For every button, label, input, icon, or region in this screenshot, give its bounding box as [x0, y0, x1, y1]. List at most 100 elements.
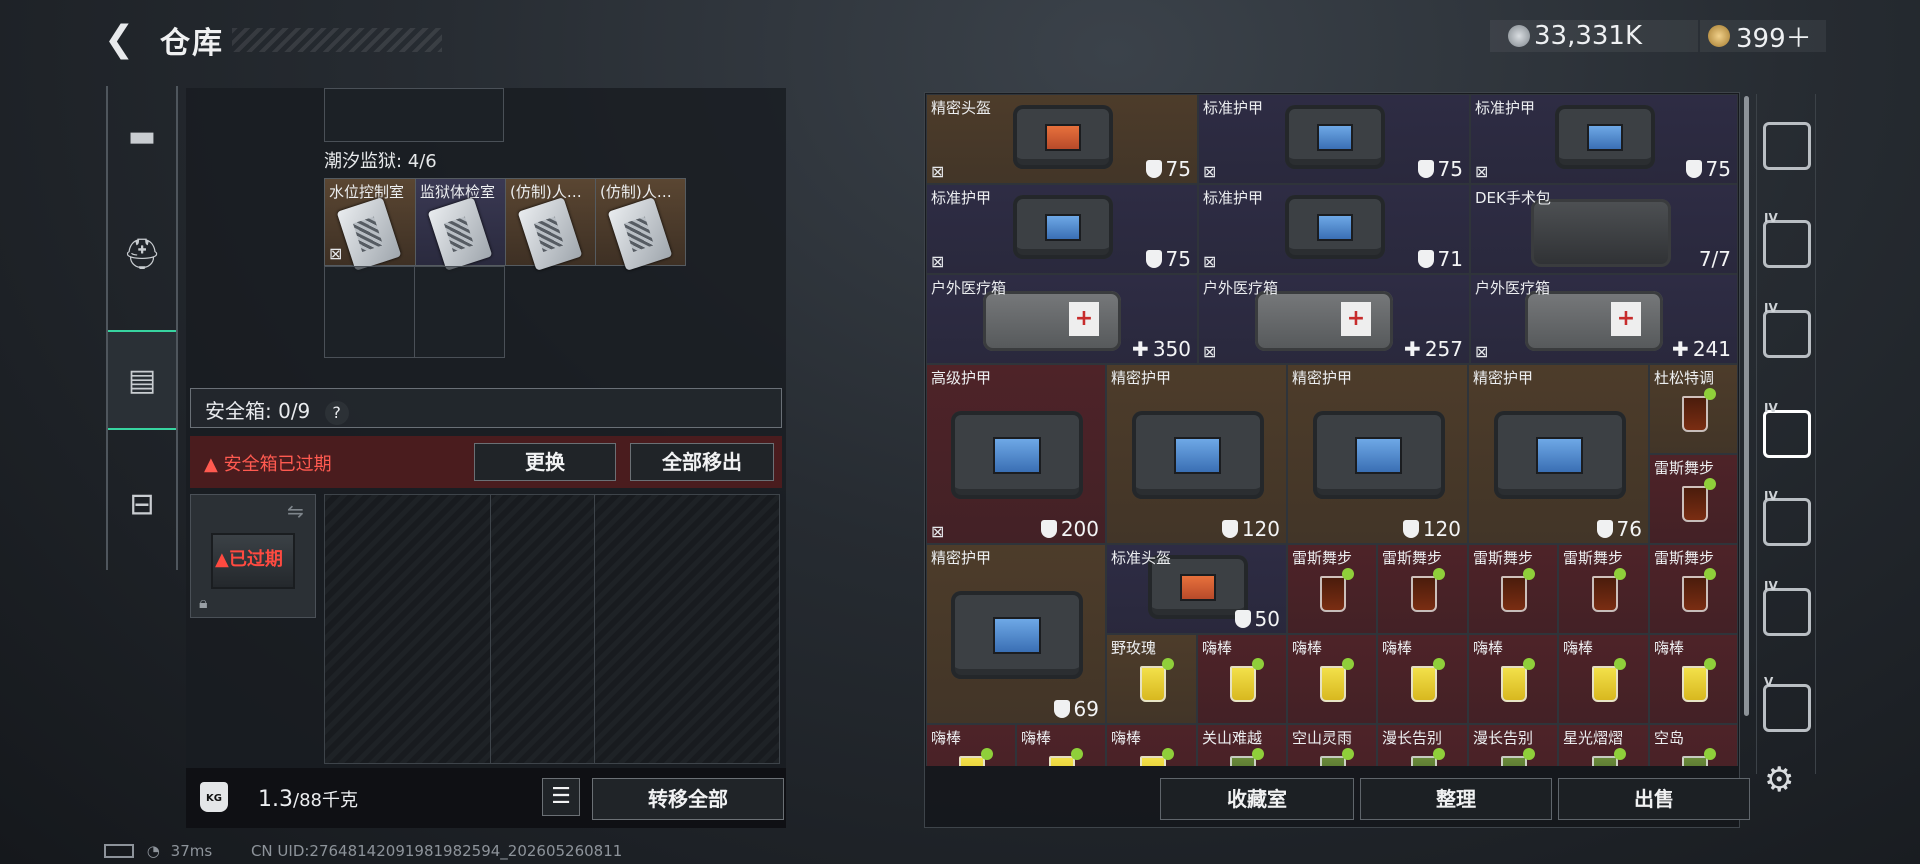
armor-panel	[993, 617, 1041, 655]
armor-icon	[1493, 411, 1626, 499]
backpack-icon: ⛑	[122, 236, 162, 272]
stash-item[interactable]: 嗨棒	[1558, 634, 1649, 724]
stash-item[interactable]: 嗨棒	[1106, 724, 1197, 766]
cocktail-icon	[1320, 568, 1354, 612]
list-icon[interactable]: ☰	[542, 778, 580, 816]
armor-panel	[1173, 437, 1222, 475]
medical-cross-icon: +	[1610, 301, 1641, 336]
stash-page-tab[interactable]	[1763, 122, 1811, 170]
stash-item[interactable]: 嗨棒	[1287, 634, 1377, 724]
safe-box-label: 安全箱: 0/9	[205, 399, 311, 423]
item-label: 雷斯舞步	[1654, 459, 1715, 477]
heal-plus-icon: ✚	[1132, 337, 1149, 361]
safe-box-grid[interactable]	[324, 494, 780, 764]
stash-item[interactable]: 标准护甲 75 ⊠	[1470, 94, 1738, 184]
armor-panel	[1317, 214, 1353, 242]
no-trade-icon: ⊠	[931, 522, 945, 541]
item-value-text: 71	[1437, 247, 1463, 271]
swap-icon[interactable]: ⇋	[287, 499, 304, 523]
keycard-item[interactable]: (仿制)人…	[595, 178, 686, 271]
tab-toolbox[interactable]: ⊟	[108, 454, 176, 554]
stash-item[interactable]: 漫长告别	[1468, 724, 1558, 766]
weight-max: /88千克	[293, 790, 358, 811]
stash-item[interactable]: 漫长告别	[1377, 724, 1468, 766]
stash-item[interactable]: 标准头盔 50	[1106, 544, 1287, 634]
medkit-icon: +	[1255, 291, 1393, 351]
stash-item[interactable]: 精密护甲 69	[926, 544, 1106, 724]
stash-page-tab[interactable]: IV	[1763, 489, 1811, 546]
stash-item[interactable]: 嗨棒	[1016, 724, 1106, 766]
no-trade-icon: ⊠	[1203, 342, 1217, 361]
stash-item[interactable]: 嗨棒	[1197, 634, 1287, 724]
stash-page-tab[interactable]: IV	[1763, 401, 1811, 458]
tab-tier-label: V	[1764, 675, 1774, 689]
tab-weapons[interactable]: ▬	[108, 86, 176, 186]
currency-gold-value[interactable]: 399＋	[1736, 18, 1812, 55]
stash-item[interactable]: 标准护甲 71 ⊠	[1198, 184, 1470, 274]
item-label: 精密头盔	[931, 99, 992, 117]
item-value: ✚ 350	[1132, 337, 1191, 361]
keycard-item[interactable]: 监狱体检室	[415, 178, 506, 271]
stash-item[interactable]: 精密护甲 120	[1106, 364, 1287, 544]
medical-cross-icon: +	[1068, 301, 1099, 336]
cocktail-icon	[1410, 658, 1445, 702]
keycard-item[interactable]: (仿制)人…	[505, 178, 596, 271]
cocktail-icon	[1681, 388, 1716, 432]
stash-item[interactable]: DEK手术包 7/7	[1470, 184, 1738, 274]
stash-item[interactable]: 标准护甲 75 ⊠	[926, 184, 1198, 274]
stash-item[interactable]: 精密护甲 120	[1287, 364, 1468, 544]
empty-slot[interactable]	[324, 266, 415, 358]
stash-item[interactable]: 标准护甲 75 ⊠	[1198, 94, 1470, 184]
empty-slot[interactable]	[414, 266, 505, 358]
stash-item[interactable]: 嗨棒	[1649, 634, 1738, 724]
stash-item[interactable]: 雷斯舞步	[1377, 544, 1468, 634]
item-label: 户外医疗箱	[1203, 279, 1279, 297]
stash-page-tab[interactable]: IV	[1763, 579, 1811, 636]
cocktail-icon	[1591, 748, 1626, 766]
stash-item[interactable]: 雷斯舞步	[1468, 544, 1558, 634]
safe-box-slot[interactable]: ⇋ ▲已过期 🔒︎	[190, 494, 316, 618]
stash-item[interactable]: + 户外医疗箱 ✚ 241 ⊠	[1470, 274, 1738, 364]
keycard-icon	[517, 197, 583, 271]
stash-item[interactable]: 雷斯舞步	[1649, 544, 1738, 634]
stash-item[interactable]: 空山灵雨	[1287, 724, 1377, 766]
item-value-text: 257	[1424, 337, 1463, 361]
empty-slot[interactable]	[324, 88, 504, 142]
sell-button[interactable]: 出售	[1558, 778, 1750, 820]
stash-item[interactable]: 嗨棒	[926, 724, 1016, 766]
stash-item[interactable]: 雷斯舞步	[1558, 544, 1649, 634]
replace-button[interactable]: 更换	[474, 443, 616, 481]
transfer-all-button[interactable]: 转移全部	[592, 778, 784, 820]
stash-item[interactable]: 关山难越	[1197, 724, 1287, 766]
stash-item[interactable]: + 户外医疗箱 ✚ 257 ⊠	[1198, 274, 1470, 364]
back-arrow-icon[interactable]: ❮	[104, 22, 144, 58]
collection-room-button[interactable]: 收藏室	[1160, 778, 1354, 820]
stash-page-tab[interactable]: IV	[1763, 301, 1811, 358]
stash-item[interactable]: + 户外医疗箱 ✚ 350	[926, 274, 1198, 364]
stash-item[interactable]: 雷斯舞步	[1649, 454, 1738, 544]
item-label: 嗨棒	[1111, 729, 1142, 747]
stash-page-tab[interactable]: IV	[1763, 211, 1811, 268]
armor-icon	[1285, 195, 1385, 259]
help-icon[interactable]: ?	[324, 401, 349, 425]
stash-item[interactable]: 杜松特调	[1649, 364, 1738, 454]
stash-item[interactable]: 野玫瑰	[1106, 634, 1197, 724]
stash-item[interactable]: 空岛	[1649, 724, 1738, 766]
keycard-item[interactable]: 水位控制室 ⊠	[324, 178, 416, 271]
tab-equipment[interactable]: ⛑	[108, 204, 176, 304]
stash-item[interactable]: 雷斯舞步	[1287, 544, 1377, 634]
stash-page-tab[interactable]: V	[1763, 675, 1811, 732]
sort-button[interactable]: 整理	[1360, 778, 1552, 820]
stash-item[interactable]: 嗨棒	[1468, 634, 1558, 724]
stash-item[interactable]: 星光熠熠	[1558, 724, 1649, 766]
cocktail-icon	[1230, 658, 1264, 702]
remove-all-button[interactable]: 全部移出	[630, 443, 774, 481]
stash-item[interactable]: 高级护甲 200 ⊠	[926, 364, 1106, 544]
scrollbar[interactable]	[1744, 96, 1749, 716]
tab-tier-label: IV	[1764, 211, 1778, 225]
stash-item[interactable]: 嗨棒	[1377, 634, 1468, 724]
tab-storage[interactable]: ▤	[108, 330, 176, 430]
stash-item[interactable]: 精密护甲 76	[1468, 364, 1649, 544]
settings-gear-icon[interactable]: ⚙	[1764, 762, 1800, 798]
stash-item[interactable]: 精密头盔 75 ⊠	[926, 94, 1198, 184]
